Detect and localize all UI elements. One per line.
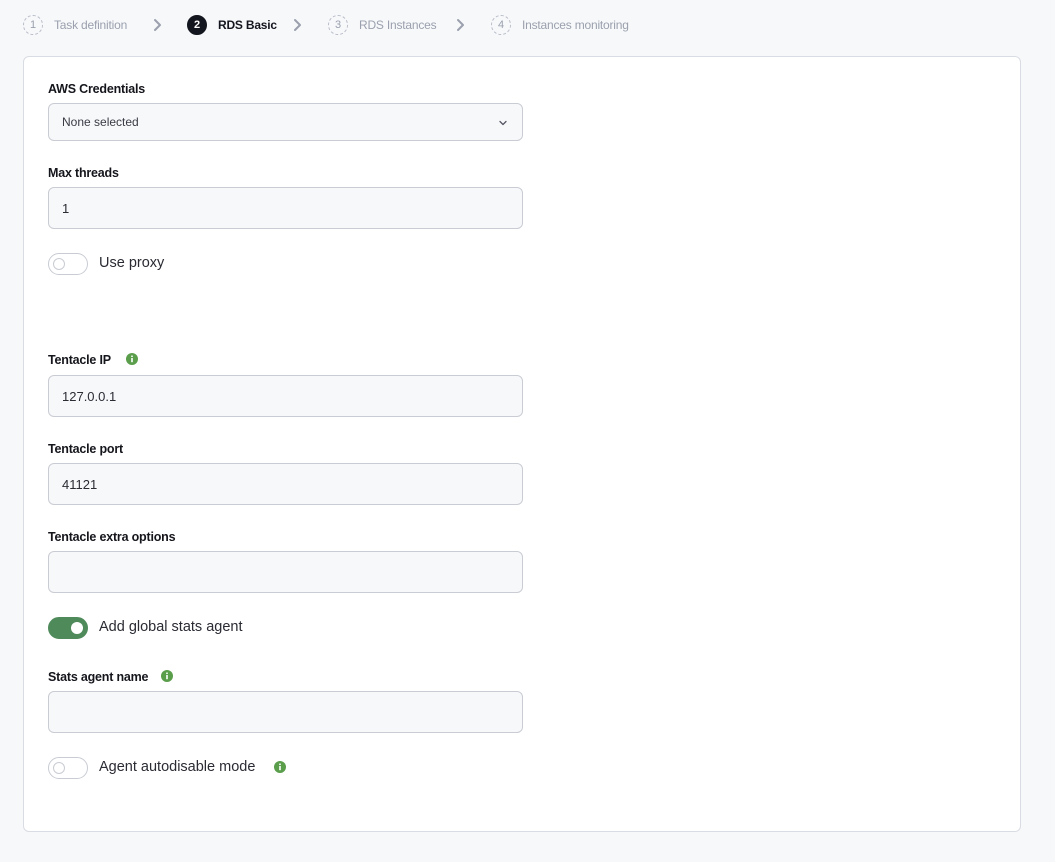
tentacle-extra-options-label: Tentacle extra options xyxy=(48,530,176,544)
step-rds-instances[interactable]: 3 RDS Instances xyxy=(328,13,437,37)
tentacle-port-label: Tentacle port xyxy=(48,442,123,456)
step-number: 2 xyxy=(187,15,207,35)
toggle-knob xyxy=(53,258,65,270)
step-number: 4 xyxy=(491,15,511,35)
chevron-right-icon xyxy=(456,17,466,33)
step-number: 3 xyxy=(328,15,348,35)
max-threads-label: Max threads xyxy=(48,166,119,180)
stats-agent-name-input[interactable] xyxy=(48,691,523,733)
chevron-down-icon xyxy=(498,117,508,131)
agent-autodisable-mode-toggle[interactable] xyxy=(48,757,88,779)
step-task-definition[interactable]: 1 Task definition xyxy=(23,13,127,37)
use-proxy-label: Use proxy xyxy=(99,255,165,271)
step-label: Task definition xyxy=(54,18,128,32)
tentacle-port-input[interactable]: 41121 xyxy=(48,463,523,505)
step-label: RDS Basic xyxy=(218,18,277,32)
step-instances-monitoring[interactable]: 4 Instances monitoring xyxy=(491,13,629,37)
wizard-stepper: 1 Task definition 2 RDS Basic 3 RDS Inst… xyxy=(0,0,1055,50)
add-global-stats-agent-label: Add global stats agent xyxy=(99,619,243,635)
max-threads-input[interactable]: 1 xyxy=(48,187,523,229)
toggle-knob xyxy=(71,622,83,634)
tentacle-ip-input[interactable]: 127.0.0.1 xyxy=(48,375,523,417)
tentacle-ip-value: 127.0.0.1 xyxy=(62,388,117,404)
aws-credentials-select[interactable]: None selected xyxy=(48,103,523,141)
aws-credentials-value: None selected xyxy=(62,115,139,129)
chevron-right-icon xyxy=(293,17,303,33)
tentacle-extra-options-input[interactable] xyxy=(48,551,523,593)
step-number: 1 xyxy=(23,15,43,35)
info-icon[interactable] xyxy=(126,352,138,365)
add-global-stats-agent-toggle[interactable] xyxy=(48,617,88,639)
step-label: RDS Instances xyxy=(359,18,437,32)
tentacle-port-value: 41121 xyxy=(62,476,98,492)
use-proxy-toggle[interactable] xyxy=(48,253,88,275)
chevron-right-icon xyxy=(153,17,163,33)
aws-credentials-label: AWS Credentials xyxy=(48,82,146,96)
toggle-knob xyxy=(53,762,65,774)
step-rds-basic[interactable]: 2 RDS Basic xyxy=(187,13,277,37)
rds-basic-form-card: AWS Credentials None selected Max thread… xyxy=(23,56,1021,832)
stats-agent-name-label: Stats agent name xyxy=(48,670,149,684)
max-threads-value: 1 xyxy=(62,200,70,216)
step-label: Instances monitoring xyxy=(522,18,629,32)
tentacle-ip-label: Tentacle IP xyxy=(48,353,111,367)
agent-autodisable-mode-label: Agent autodisable mode xyxy=(99,759,256,775)
info-icon[interactable] xyxy=(274,760,286,773)
info-icon[interactable] xyxy=(161,669,173,682)
